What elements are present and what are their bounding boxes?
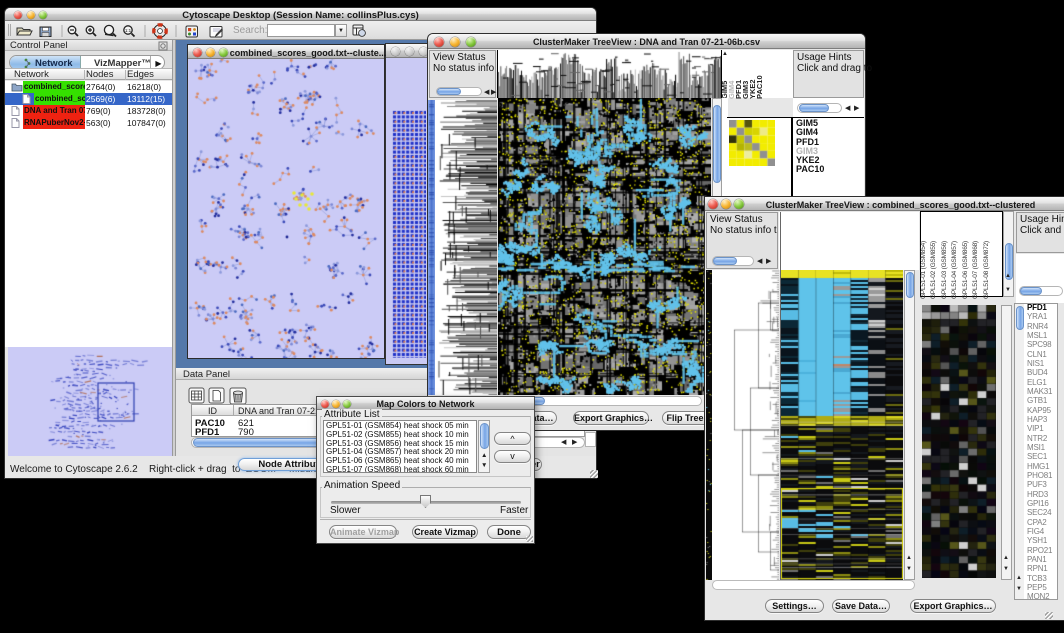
svg-text:1:1: 1:1 [125,28,132,33]
